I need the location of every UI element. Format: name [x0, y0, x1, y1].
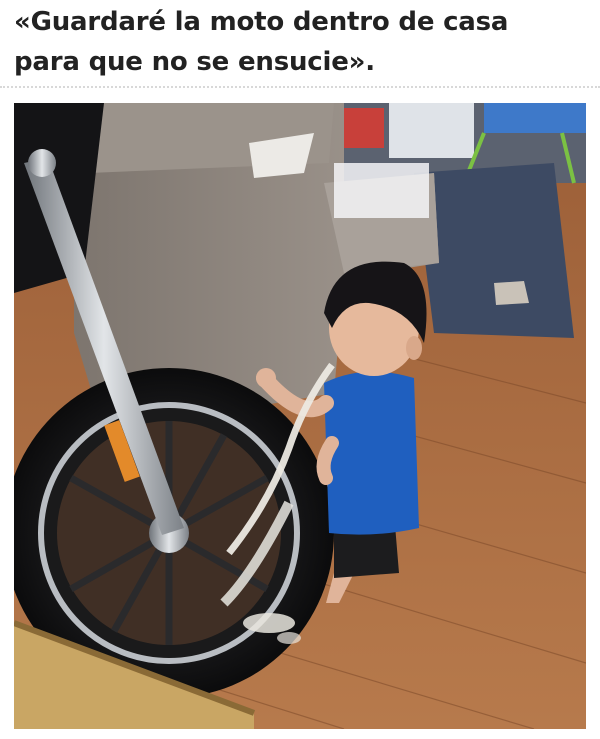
- post-title-line-2: para que no se ensucie».: [14, 47, 375, 77]
- blue-shirt: [324, 371, 419, 535]
- post-image-illustration: [14, 103, 586, 729]
- slipper: [494, 281, 529, 305]
- post-image: [14, 103, 586, 729]
- title-divider: [0, 86, 600, 88]
- post-title: «Guardaré la moto dentro de casa para qu…: [14, 2, 586, 82]
- post-title-line-1: «Guardaré la moto dentro de casa: [14, 7, 509, 37]
